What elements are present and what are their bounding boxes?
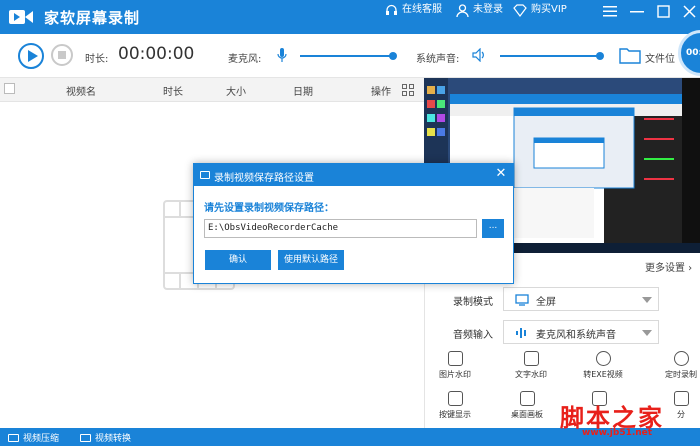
key-display-tool[interactable]: 按键显示 xyxy=(425,391,485,420)
select-all-checkbox[interactable] xyxy=(4,83,15,94)
title-bar: 家软屏幕录制 在线客服 未登录 购买VIP xyxy=(0,0,700,34)
column-size: 大小 xyxy=(226,87,246,98)
scheduled-record-tool[interactable]: 定时录制 xyxy=(651,351,700,380)
confirm-button[interactable]: 确认 xyxy=(205,250,271,270)
column-video-name: 视频名 xyxy=(66,87,96,98)
text-watermark-tool[interactable]: 文字水印 xyxy=(501,351,561,380)
minimize-icon xyxy=(630,11,644,13)
dialog-close-icon[interactable]: ✕ xyxy=(494,167,508,181)
watermark-url: www.jb51.net xyxy=(582,428,653,438)
camera-icon xyxy=(200,171,210,179)
microphone-label: 麦克风: xyxy=(228,54,262,65)
more-settings-link[interactable]: 更多设置 › xyxy=(645,259,692,274)
system-volume-knob[interactable] xyxy=(596,52,604,60)
keyboard-icon xyxy=(447,391,463,406)
dialog-header: 录制视频保存路径设置 ✕ xyxy=(194,164,513,186)
vip-diamond-icon xyxy=(513,3,527,17)
folder-icon[interactable] xyxy=(619,46,641,64)
grid-view-icon[interactable] xyxy=(402,84,414,96)
close-button[interactable] xyxy=(680,2,698,20)
audio-input-select[interactable]: 麦克风和系统声音 xyxy=(503,320,659,344)
user-icon xyxy=(456,3,469,17)
video-compress-button[interactable]: 视频压缩 xyxy=(8,431,59,444)
image-icon xyxy=(447,351,463,366)
column-date: 日期 xyxy=(293,87,313,98)
microphone-volume-knob[interactable] xyxy=(389,52,397,60)
use-default-path-button[interactable]: 使用默认路径 xyxy=(278,250,344,270)
login-button[interactable]: 未登录 xyxy=(456,0,503,20)
camera-icon xyxy=(8,433,19,442)
system-volume-slider[interactable] xyxy=(500,55,600,57)
save-path-input[interactable]: E:\ObsVideoRecorderCache xyxy=(204,219,477,238)
online-service-button[interactable]: 在线客服 xyxy=(385,0,442,20)
site-watermark: 脚本之家 www.jb51.net xyxy=(560,392,698,442)
close-icon xyxy=(682,4,696,18)
microphone-icon[interactable] xyxy=(277,47,287,63)
dialog-prompt: 请先设置录制视频保存路径： xyxy=(204,203,334,214)
record-mode-label: 录制模式 xyxy=(453,297,493,308)
app-logo-icon xyxy=(9,10,33,24)
file-location-label[interactable]: 文件位 xyxy=(645,50,675,65)
start-record-button[interactable] xyxy=(18,43,44,69)
column-actions: 操作 xyxy=(371,87,391,98)
camera-icon xyxy=(80,433,91,442)
video-table-header: 视频名 时长 大小 日期 操作 xyxy=(0,78,424,102)
speaker-icon[interactable] xyxy=(472,48,488,62)
audio-wave-icon xyxy=(516,328,526,338)
audio-input-label: 音频输入 xyxy=(453,330,493,341)
pen-icon xyxy=(519,391,535,406)
online-service-label: 在线客服 xyxy=(402,4,442,15)
minimize-button[interactable] xyxy=(628,2,646,20)
stop-record-button[interactable] xyxy=(51,44,73,66)
buy-vip-button[interactable]: 购买VIP xyxy=(513,0,567,20)
save-path-dialog: 录制视频保存路径设置 ✕ 请先设置录制视频保存路径： E:\ObsVideoRe… xyxy=(193,163,514,284)
chevron-down-icon xyxy=(642,297,652,303)
duration-label: 时长: xyxy=(85,54,109,65)
system-audio-label: 系统声音: xyxy=(416,54,460,65)
column-duration: 时长 xyxy=(163,87,183,98)
control-bar: 时长: 00:00:00 麦克风: 系统声音: 文件位 xyxy=(0,34,700,78)
chevron-down-icon xyxy=(642,330,652,336)
clock-icon xyxy=(673,351,689,366)
app-title: 家软屏幕录制 xyxy=(44,9,141,27)
dialog-title: 录制视频保存路径设置 xyxy=(214,173,314,184)
text-icon xyxy=(523,351,539,366)
microphone-volume-slider[interactable] xyxy=(300,55,392,57)
record-mode-select[interactable]: 全屏 xyxy=(503,287,659,311)
desktop-draw-tool[interactable]: 桌面画板 xyxy=(497,391,557,420)
headset-icon xyxy=(386,4,397,15)
image-watermark-tool[interactable]: 图片水印 xyxy=(425,351,485,380)
maximize-icon xyxy=(656,4,670,18)
buy-vip-label: 购买VIP xyxy=(531,4,567,15)
play-circle-icon xyxy=(595,351,611,366)
video-convert-button[interactable]: 视频转换 xyxy=(80,431,131,444)
record-mode-value: 全屏 xyxy=(536,297,556,308)
menu-button[interactable] xyxy=(601,2,619,20)
audio-input-value: 麦克风和系统声音 xyxy=(536,330,616,341)
convert-exe-tool[interactable]: 转EXE视频 xyxy=(573,351,633,380)
menu-icon xyxy=(603,6,617,17)
login-label: 未登录 xyxy=(473,4,503,15)
maximize-button[interactable] xyxy=(654,2,672,20)
browse-button[interactable]: ... xyxy=(482,219,504,238)
monitor-icon xyxy=(515,294,529,306)
record-timer: 00:00:00 xyxy=(118,44,195,64)
